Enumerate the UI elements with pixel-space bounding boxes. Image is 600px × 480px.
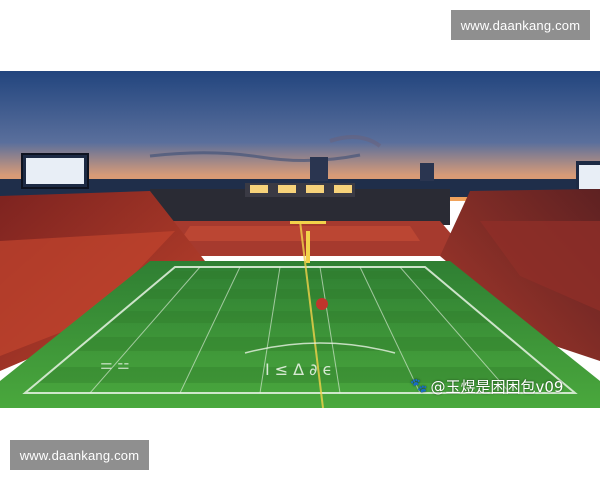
watermark-bottom: www.daankang.com [10,440,149,470]
scoreboard-left [21,153,89,189]
photo-caption: 🐾 @玉煜是困困包v09 [410,376,563,396]
stadium-photo: I ≤ ∆ ∂ ϵ ⚌ ⚍ 🐾 @玉煜是困困包v09 [0,71,600,408]
watermark-top: www.daankang.com [451,10,590,40]
svg-text:⚌ ⚍: ⚌ ⚍ [100,357,130,373]
paw-icon: 🐾 [410,378,428,394]
caption-text: @玉煜是困困包v09 [430,377,564,396]
svg-text:I ≤ ∆ ∂ ϵ: I ≤ ∆ ∂ ϵ [265,360,332,379]
scoreboard-right [576,161,600,193]
stadium-illustration: I ≤ ∆ ∂ ϵ ⚌ ⚍ [0,71,600,408]
field-logo [316,298,328,310]
